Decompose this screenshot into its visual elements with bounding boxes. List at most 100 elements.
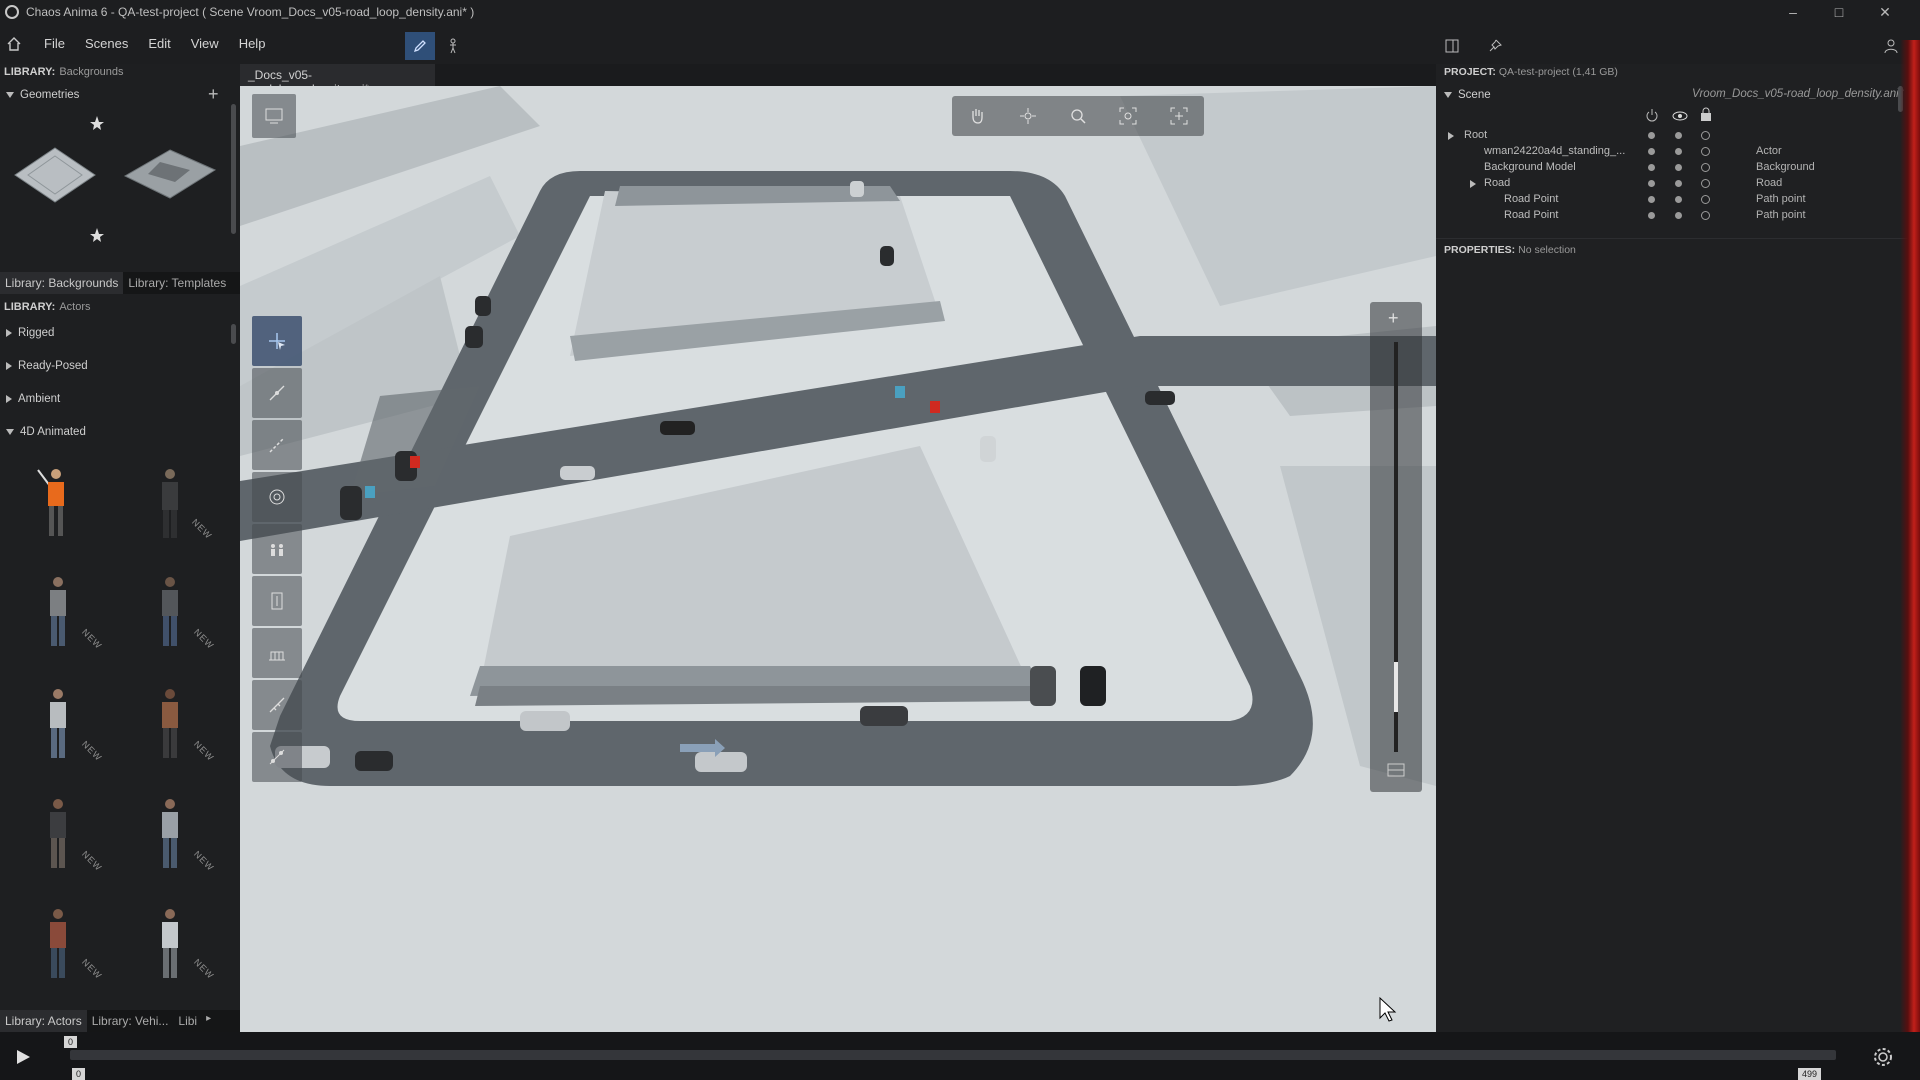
- eye-icon[interactable]: [1672, 110, 1688, 122]
- zoom-handle[interactable]: [1394, 662, 1398, 712]
- add-geometry-button[interactable]: +: [208, 84, 219, 105]
- frame-selection-button[interactable]: [1159, 96, 1199, 136]
- measure-tool-button[interactable]: [252, 680, 302, 730]
- lock-toggle[interactable]: [1701, 147, 1710, 156]
- lock-toggle[interactable]: [1701, 195, 1710, 204]
- actor-thumbnail[interactable]: [150, 684, 190, 764]
- actor-thumbnail[interactable]: [150, 464, 190, 544]
- actor-thumbnail[interactable]: [150, 794, 190, 874]
- viewport-navigation-toolbar: [952, 96, 1204, 136]
- tree-row-actor[interactable]: wman24220a4d_standing_... Actor: [1436, 144, 1916, 160]
- tab-library-more[interactable]: Libi: [173, 1010, 202, 1032]
- lock-icon[interactable]: [1700, 107, 1712, 121]
- menu-edit[interactable]: Edit: [138, 24, 180, 64]
- timeline-settings-button[interactable]: [1872, 1046, 1894, 1071]
- actor-thumbnail[interactable]: [38, 684, 78, 764]
- edit-points-tool-button[interactable]: [252, 732, 302, 782]
- actor-thumbnail[interactable]: [150, 572, 190, 652]
- tab-library-templates[interactable]: Library: Templates: [123, 272, 231, 294]
- lock-toggle[interactable]: [1701, 131, 1710, 140]
- 3d-viewport[interactable]: +: [240, 86, 1436, 1032]
- edit-mode-button[interactable]: [405, 32, 435, 60]
- geometries-scrollbar[interactable]: [231, 104, 236, 234]
- new-badge: NEW: [191, 626, 217, 652]
- current-frame-marker[interactable]: 0: [64, 1036, 78, 1048]
- visibility-toggle[interactable]: [1675, 132, 1682, 139]
- zoom-extents-button[interactable]: [1108, 96, 1148, 136]
- enable-toggle[interactable]: [1648, 132, 1655, 139]
- escalator-tool-button[interactable]: [252, 576, 302, 626]
- tool-strip: [252, 316, 302, 784]
- zoom-button[interactable]: [1058, 96, 1098, 136]
- actor-thumbnail[interactable]: [38, 794, 78, 874]
- minimize-button[interactable]: –: [1770, 0, 1816, 24]
- enable-toggle[interactable]: [1648, 164, 1655, 171]
- category-ready-posed[interactable]: Ready-Posed: [6, 360, 88, 372]
- camera-view-button[interactable]: [252, 94, 296, 138]
- enable-toggle[interactable]: [1648, 212, 1655, 219]
- tree-row-road-point[interactable]: Road Point Path point: [1436, 192, 1916, 208]
- menu-file[interactable]: File: [34, 24, 75, 64]
- geometry-thumbnail[interactable]: [10, 140, 100, 210]
- pan-hand-button[interactable]: [957, 96, 997, 136]
- close-button[interactable]: ✕: [1862, 0, 1908, 24]
- home-button[interactable]: [0, 24, 28, 64]
- tree-row-road[interactable]: Road Road: [1436, 176, 1916, 192]
- lock-toggle[interactable]: [1701, 211, 1710, 220]
- category-ambient[interactable]: Ambient: [6, 393, 60, 405]
- zoom-in-icon[interactable]: +: [1388, 308, 1399, 329]
- lock-toggle[interactable]: [1701, 179, 1710, 188]
- scene-outliner-panel: PROJECT: QA-test-project (1,41 GB) Scene…: [1436, 64, 1920, 1032]
- visibility-toggle[interactable]: [1675, 164, 1682, 171]
- visibility-toggle[interactable]: [1675, 180, 1682, 187]
- stairs-tool-button[interactable]: [252, 628, 302, 678]
- menu-view[interactable]: View: [181, 24, 229, 64]
- enable-toggle[interactable]: [1648, 196, 1655, 203]
- enable-toggle[interactable]: [1648, 180, 1655, 187]
- document-tab[interactable]: _Docs_v05-road_loop_density.ani*: [240, 64, 435, 96]
- range-start-marker[interactable]: 0: [72, 1068, 86, 1080]
- zoom-reset-icon[interactable]: [1386, 762, 1406, 778]
- tabs-scroll-right-button[interactable]: ▸: [202, 1010, 215, 1032]
- crowd-path-tool-button[interactable]: [252, 472, 302, 522]
- actors-scrollbar[interactable]: [231, 324, 236, 344]
- tab-library-backgrounds[interactable]: Library: Backgrounds: [0, 272, 124, 294]
- menu-scenes[interactable]: Scenes: [75, 24, 138, 64]
- tab-library-actors[interactable]: Library: Actors: [0, 1010, 87, 1032]
- visibility-toggle[interactable]: [1675, 196, 1682, 203]
- visibility-toggle[interactable]: [1675, 212, 1682, 219]
- menu-help[interactable]: Help: [229, 24, 276, 64]
- road-tool-button[interactable]: [252, 420, 302, 470]
- geometries-section[interactable]: Geometries: [6, 89, 79, 101]
- visibility-toggle[interactable]: [1675, 148, 1682, 155]
- orbit-button[interactable]: [1008, 96, 1048, 136]
- tab-library-vehicles[interactable]: Library: Vehi...: [87, 1010, 174, 1032]
- actor-thumbnail[interactable]: [34, 464, 74, 544]
- layout-toggle-button[interactable]: [1437, 32, 1467, 60]
- tree-row-road-point[interactable]: Road Point Path point: [1436, 208, 1916, 224]
- maximize-button[interactable]: □: [1816, 0, 1862, 24]
- pin-button[interactable]: [1480, 32, 1510, 60]
- actor-thumbnail[interactable]: [38, 904, 78, 984]
- crowd-area-tool-button[interactable]: [252, 524, 302, 574]
- library-tabs-bottom: Library: Actors Library: Vehi... Libi ▸: [0, 1010, 240, 1032]
- tree-row-background-model[interactable]: Background Model Background: [1436, 160, 1916, 176]
- walk-mode-button[interactable]: [438, 32, 468, 60]
- properties-label: PROPERTIES: No selection: [1444, 244, 1576, 256]
- actor-thumbnail[interactable]: [38, 572, 78, 652]
- range-end-marker[interactable]: 499: [1798, 1068, 1822, 1080]
- scene-section[interactable]: Scene: [1444, 89, 1491, 101]
- zoom-slider[interactable]: +: [1370, 302, 1422, 792]
- category-rigged[interactable]: Rigged: [6, 327, 54, 339]
- actor-thumbnail[interactable]: [150, 904, 190, 984]
- lock-toggle[interactable]: [1701, 163, 1710, 172]
- category-4d-animated[interactable]: 4D Animated: [6, 426, 86, 438]
- play-button[interactable]: [14, 1048, 32, 1069]
- power-icon[interactable]: [1645, 108, 1659, 122]
- tree-row-root[interactable]: Root: [1436, 128, 1916, 144]
- timeline-track[interactable]: [70, 1050, 1836, 1060]
- path-tool-button[interactable]: [252, 368, 302, 418]
- select-tool-button[interactable]: [252, 316, 302, 366]
- enable-toggle[interactable]: [1648, 148, 1655, 155]
- geometry-thumbnail[interactable]: [120, 140, 220, 210]
